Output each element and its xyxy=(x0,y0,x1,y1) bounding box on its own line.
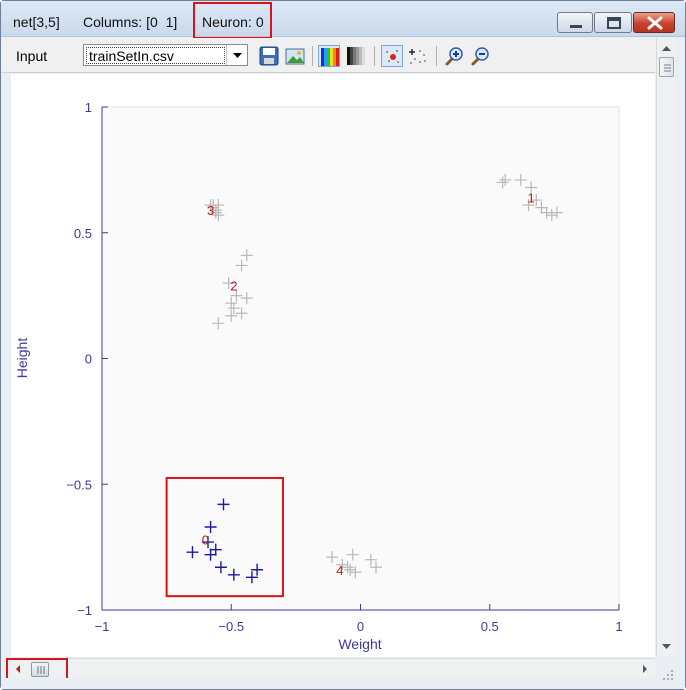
file-select-value: trainSetIn.csv xyxy=(86,47,225,64)
scatter-button[interactable] xyxy=(407,45,429,67)
maximize-button[interactable] xyxy=(594,12,632,33)
grayscale-map-icon xyxy=(347,47,365,65)
cluster-label: 4 xyxy=(336,563,343,578)
vertical-scrollbar[interactable] xyxy=(656,38,675,657)
x-tick-label: 0.5 xyxy=(481,619,499,634)
maximize-icon xyxy=(607,17,621,29)
scatter-icon xyxy=(409,49,426,64)
plot-area[interactable]: −1 −0.5 0 0.5 1 1 0.5 0 −0.5 −1 Weight Height 0 1 2… xyxy=(11,74,655,657)
zoom-out-icon xyxy=(471,47,489,66)
scroll-right-icon[interactable] xyxy=(639,660,651,678)
x-tick-label: −0.5 xyxy=(218,619,244,634)
plot-background xyxy=(101,106,620,611)
export-image-button[interactable] xyxy=(284,45,306,67)
toolbar-separator xyxy=(374,46,375,66)
grayscale-map-button[interactable] xyxy=(345,45,367,67)
minimize-button[interactable] xyxy=(557,12,593,33)
save-button[interactable] xyxy=(258,45,280,67)
x-tick-label: 0 xyxy=(357,619,364,634)
minimize-icon xyxy=(570,25,582,28)
y-axis-label: Height xyxy=(14,338,30,379)
color-map-icon xyxy=(321,48,339,66)
y-tick-label: 0.5 xyxy=(74,226,92,241)
toolbar-separator xyxy=(312,46,313,66)
y-tick-label: 1 xyxy=(85,100,92,115)
close-icon xyxy=(647,16,663,30)
close-button[interactable] xyxy=(633,12,675,33)
scatter-plot[interactable]: −1 −0.5 0 0.5 1 1 0.5 0 −0.5 −1 Weight Height 0 1 2… xyxy=(11,74,655,657)
cluster-label: 3 xyxy=(207,203,214,218)
save-icon xyxy=(259,46,279,66)
resize-grip-icon[interactable] xyxy=(661,667,675,681)
neuron-window: net[3,5] Columns:[0 1] Neuron:0 Input xyxy=(0,0,686,690)
network-title: net[3,5] xyxy=(13,14,60,30)
zoom-out-button[interactable] xyxy=(469,45,491,67)
x-tick-label: 1 xyxy=(615,619,622,634)
x-tick-label: −1 xyxy=(95,619,110,634)
image-icon xyxy=(285,48,305,65)
horizontal-scrollbar[interactable] xyxy=(11,658,655,678)
vertical-scroll-thumb[interactable] xyxy=(659,57,674,77)
window-bottom-border xyxy=(1,678,685,689)
columns-info: Columns: [0 1] xyxy=(83,14,177,30)
y-tick-label: 0 xyxy=(85,352,92,367)
show-points-icon xyxy=(386,50,399,63)
columns-label: Columns: xyxy=(83,14,143,30)
chevron-down-icon[interactable] xyxy=(226,45,247,65)
input-label: Input xyxy=(16,48,48,64)
toolbar: Input trainSetIn.csv xyxy=(1,38,655,73)
zoom-in-icon xyxy=(445,47,463,66)
cluster-label: 1 xyxy=(527,191,534,206)
scroll-up-icon[interactable] xyxy=(657,41,676,55)
color-map-button[interactable] xyxy=(318,45,340,67)
cluster-label: 0 xyxy=(202,533,209,548)
x-axis-label: Weight xyxy=(338,636,381,652)
y-tick-label: −1 xyxy=(77,603,92,618)
columns-value: [0 1] xyxy=(146,14,178,30)
show-points-button[interactable] xyxy=(381,45,403,67)
scroll-down-icon[interactable] xyxy=(657,640,676,654)
y-tick-label: −0.5 xyxy=(66,477,92,492)
neuron-highlight-box xyxy=(193,2,272,39)
cluster-label: 2 xyxy=(230,279,237,294)
title-bar[interactable]: net[3,5] Columns: [0 1] Neuron: 0 xyxy=(1,1,685,39)
file-select[interactable]: trainSetIn.csv xyxy=(83,44,248,66)
toolbar-separator xyxy=(436,46,437,66)
zoom-in-button[interactable] xyxy=(443,45,465,67)
